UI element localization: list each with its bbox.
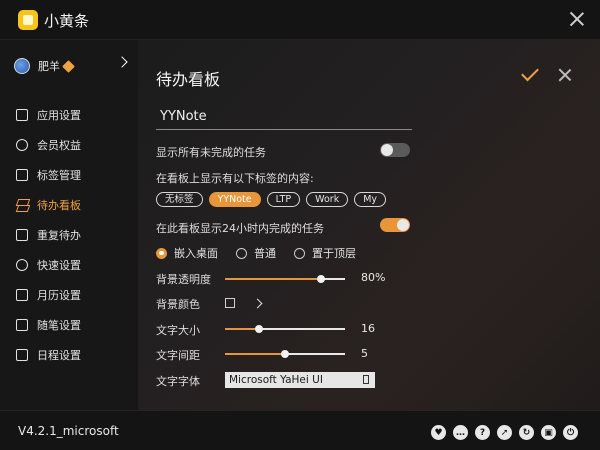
- bg-color-swatch[interactable]: [225, 298, 235, 308]
- sidebar: 肥羊 应用设置 会员权益 标签管理 待办看板 重复待办 快速设置 月历设置 随笔…: [0, 40, 138, 410]
- checkmark-icon[interactable]: [521, 63, 539, 82]
- font-family-value: Microsoft YaHei UI: [229, 374, 323, 386]
- sidebar-item-label: 待办看板: [37, 199, 81, 212]
- sidebar-item-label: 随笔设置: [37, 319, 81, 332]
- sidebar-nav: 应用设置 会员权益 标签管理 待办看板 重复待办 快速设置 月历设置 随笔设置: [0, 100, 138, 370]
- sidebar-item-membership[interactable]: 会员权益: [0, 130, 138, 160]
- board-settings-panel: 待办看板 显示所有未完成的任务 在看板上显示有以下标签的内容: 无标签 YYNo…: [138, 40, 600, 410]
- tag-chip[interactable]: LTP: [266, 192, 301, 207]
- font-size-label: 文字大小: [156, 324, 200, 337]
- repeat-icon: [16, 229, 28, 241]
- tag-chip[interactable]: 无标签: [156, 192, 203, 207]
- tag-filter-label: 在看板上显示有以下标签的内容:: [156, 172, 314, 185]
- sidebar-item-label: 重复待办: [37, 229, 81, 242]
- page-title: 待办看板: [156, 70, 221, 89]
- show-completed-toggle[interactable]: [380, 218, 410, 232]
- show-unfinished-toggle[interactable]: [380, 143, 410, 157]
- user-name: 肥羊: [38, 60, 60, 73]
- tag-list-icon: [16, 169, 28, 181]
- tag-chip[interactable]: My: [354, 192, 387, 207]
- slider-thumb[interactable]: [281, 350, 289, 358]
- power-icon: [16, 259, 28, 271]
- sidebar-item-calendar[interactable]: 月历设置: [0, 280, 138, 310]
- help-icon[interactable]: ?: [475, 425, 490, 440]
- tag-filter-list: 无标签 YYNote LTP Work My: [156, 192, 387, 207]
- close-icon[interactable]: [558, 68, 572, 82]
- font-family-select[interactable]: Microsoft YaHei UI: [225, 372, 375, 388]
- version-label: V4.2.1_microsoft: [18, 424, 119, 438]
- line-spacing-label: 文字间距: [156, 349, 200, 362]
- heart-icon[interactable]: ♥: [431, 425, 446, 440]
- sidebar-item-label: 标签管理: [37, 169, 81, 182]
- radio-button[interactable]: [236, 247, 247, 259]
- opacity-slider[interactable]: [225, 275, 345, 283]
- info-icon[interactable]: ▣: [541, 425, 556, 440]
- font-picker-icon[interactable]: [363, 375, 369, 384]
- sidebar-item-repeat-todo[interactable]: 重复待办: [0, 220, 138, 250]
- avatar: [14, 58, 30, 74]
- window-position-radio-group: 嵌入桌面 普通 置于顶层: [156, 245, 374, 261]
- radio-label: 嵌入桌面: [174, 247, 218, 260]
- font-size-slider[interactable]: [225, 325, 345, 333]
- radio-embed-desktop[interactable]: 嵌入桌面: [156, 245, 218, 261]
- bg-color-label: 背景颜色: [156, 298, 200, 311]
- radio-normal[interactable]: 普通: [236, 245, 276, 261]
- app-title: 小黄条: [44, 12, 90, 30]
- chevron-right-icon[interactable]: [252, 298, 263, 309]
- user-profile[interactable]: 肥羊: [14, 58, 75, 74]
- note-icon: [16, 319, 28, 331]
- sidebar-item-todo-board[interactable]: 待办看板: [0, 190, 138, 220]
- app-logo-icon: [18, 10, 38, 30]
- layers-icon: [16, 199, 28, 211]
- radio-button[interactable]: [294, 247, 305, 259]
- sidebar-item-app-settings[interactable]: 应用设置: [0, 100, 138, 130]
- schedule-icon: [16, 349, 28, 361]
- circle-icon: [16, 139, 28, 151]
- sidebar-item-label: 会员权益: [37, 139, 81, 152]
- radio-label: 普通: [254, 247, 276, 260]
- slider-thumb[interactable]: [317, 275, 325, 283]
- sidebar-item-schedule[interactable]: 日程设置: [0, 340, 138, 370]
- title-bar: 小黄条: [0, 0, 600, 40]
- radio-label: 置于顶层: [312, 247, 356, 260]
- chevron-right-icon[interactable]: [116, 56, 128, 68]
- footer: V4.2.1_microsoft ♥ … ? ➚ ↻ ▣ ⏻: [0, 410, 600, 450]
- opacity-label: 背景透明度: [156, 273, 211, 286]
- tag-chip-selected[interactable]: YYNote: [208, 192, 261, 207]
- sidebar-item-label: 月历设置: [37, 289, 81, 302]
- slider-thumb[interactable]: [255, 325, 264, 333]
- sidebar-item-label: 快速设置: [37, 259, 81, 272]
- footer-actions: ♥ … ? ➚ ↻ ▣ ⏻: [431, 425, 578, 440]
- refresh-icon[interactable]: ↻: [519, 425, 534, 440]
- cube-icon: [16, 109, 28, 121]
- font-size-value: 16: [361, 322, 375, 335]
- show-unfinished-label: 显示所有未完成的任务: [156, 146, 266, 159]
- sidebar-item-tags[interactable]: 标签管理: [0, 160, 138, 190]
- vip-badge-icon: [62, 59, 75, 73]
- board-name-input[interactable]: [156, 104, 412, 130]
- sidebar-item-label: 日程设置: [37, 349, 81, 362]
- line-spacing-value: 5: [361, 347, 368, 360]
- line-spacing-slider[interactable]: [225, 350, 345, 358]
- chat-icon[interactable]: …: [453, 425, 468, 440]
- radio-always-on-top[interactable]: 置于顶层: [294, 245, 356, 261]
- sidebar-item-label: 应用设置: [37, 109, 81, 122]
- show-completed-label: 在此看板显示24小时内完成的任务: [156, 222, 324, 235]
- font-family-label: 文字字体: [156, 375, 200, 388]
- tag-chip[interactable]: Work: [306, 192, 349, 207]
- opacity-value: 80%: [361, 271, 386, 284]
- window-close-icon[interactable]: [568, 10, 586, 28]
- power-icon[interactable]: ⏻: [563, 425, 578, 440]
- radio-button[interactable]: [156, 247, 167, 259]
- sidebar-item-quick-settings[interactable]: 快速设置: [0, 250, 138, 280]
- calendar-icon: [16, 289, 28, 301]
- sidebar-item-notes[interactable]: 随笔设置: [0, 310, 138, 340]
- share-icon[interactable]: ➚: [497, 425, 512, 440]
